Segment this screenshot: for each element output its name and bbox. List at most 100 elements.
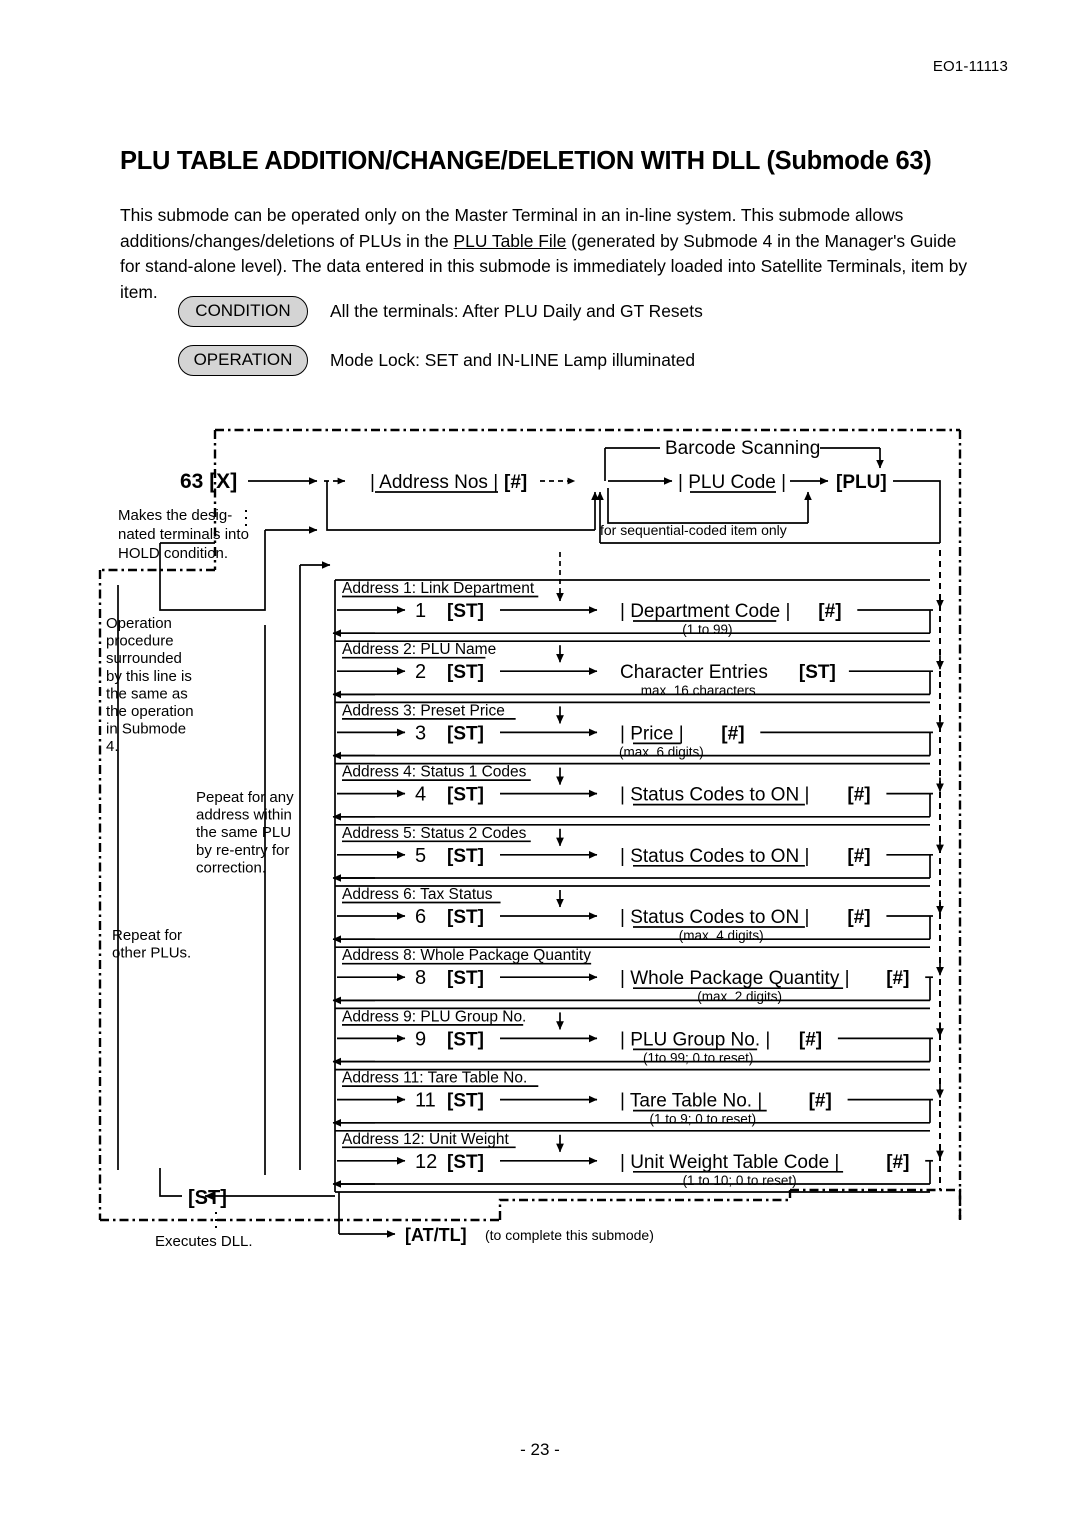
repeat-address-note-line: Pepeat for any [196, 789, 294, 806]
operation-flow-diagram: 63 [X] Makes the desig-nated terminals in… [0, 400, 1080, 1280]
repeat-address-note-line: by re-entry for [196, 842, 289, 859]
document-code: EO1-11113 [932, 58, 1008, 75]
row-caption: Address 9: PLU Group No. [342, 1008, 526, 1025]
repeat-address-note-line: address within [196, 807, 292, 824]
submode4-frame-bottom-step [498, 1190, 792, 1220]
row-caption: Address 12: Unit Weight [342, 1131, 510, 1148]
page-title: PLU TABLE ADDITION/CHANGE/DELETION WITH … [120, 147, 932, 176]
address-nos-key: [#] [504, 472, 527, 493]
row-entry-label: | Status Codes to ON | [620, 785, 809, 806]
row-entry-label: | Department Code | [620, 601, 790, 622]
row-entry-label: | PLU Group No. | [620, 1029, 770, 1050]
start-note-line-1: Makes the desig- [118, 507, 232, 524]
plu-key-label": [PLU] [836, 472, 887, 493]
operation-badge: OPERATION [178, 345, 308, 376]
document-page: EO1-11113 PLU TABLE ADDITION/CHANGE/DELE… [0, 0, 1080, 1528]
row-address-number: 8 [415, 967, 426, 989]
row-caption: Address 8: Whole Package Quantity [342, 947, 591, 964]
row-entry-note: (max. 6 digits) [619, 744, 704, 759]
submode4-note-line: by this line is [106, 668, 192, 685]
row-entry-key: [#] [809, 1091, 832, 1112]
row-address-number: 6 [415, 906, 426, 928]
row-caption: Address 11: Tare Table No. [342, 1070, 527, 1087]
condition-text: All the terminals: After PLU Daily and G… [330, 301, 703, 321]
row-entry-key: [#] [847, 785, 870, 806]
operation-row: OPERATION Mode Lock: SET and IN-LINE Lamp… [178, 345, 695, 376]
finish-note: Executes DLL. [155, 1233, 253, 1250]
sequential-loop [607, 488, 808, 524]
row-st-key: [ST] [447, 601, 484, 622]
st-finish-elbow [159, 1168, 182, 1197]
condition-row: CONDITION All the terminals: After PLU Da… [178, 296, 703, 327]
plu-code-label: | PLU Code | [678, 472, 786, 493]
row-entry-key: [#] [886, 1152, 909, 1173]
row-address-number: 5 [415, 845, 426, 867]
row-entry-note: (1 to 99) [682, 622, 732, 637]
submode4-frame-bottom-right [790, 1188, 962, 1220]
row-st-key: [ST] [447, 968, 484, 989]
row-entry-key: [ST] [799, 662, 836, 683]
row-caption: Address 3: Preset Price [342, 702, 505, 719]
row-entry-label: | Tare Table No. | [620, 1091, 762, 1112]
row-entry-note: (1 to 10; 0 to reset) [683, 1173, 797, 1188]
row-entry-key: [#] [847, 907, 870, 928]
start-note-line-3: HOLD condition. [118, 545, 228, 562]
row-entry-label: | Status Codes to ON | [620, 907, 809, 928]
row-address-number: 9 [415, 1028, 426, 1050]
submode4-note-line: the operation [106, 703, 194, 720]
row-entry-label: | Unit Weight Table Code | [620, 1152, 839, 1173]
condition-badge: CONDITION [178, 296, 308, 327]
address-nos-label: | Address Nos | [370, 472, 498, 493]
row-entry-note: (1 to 9; 0 to reset) [650, 1112, 757, 1127]
submode4-note-line: the same as [106, 685, 188, 702]
row-address-number: 12 [415, 1151, 437, 1173]
submode4-note-line: surrounded [106, 650, 182, 667]
row-st-key: [ST] [447, 846, 484, 867]
row-st-key: [ST] [447, 785, 484, 806]
intro-paragraph: This submode can be operated only on the… [120, 203, 970, 305]
row-entry-label: | Whole Package Quantity | [620, 968, 850, 989]
row-entry-note: (max. 2 digits) [697, 989, 782, 1004]
row-st-key: [ST] [447, 723, 484, 744]
repeat-address-note-line: the same PLU [196, 824, 291, 841]
submode4-note-line: Operation [106, 615, 172, 632]
repeat-plu-note-line: other PLUs. [112, 945, 191, 962]
attl-key-label: [AT/TL] [405, 1225, 467, 1245]
row-st-key: [ST] [447, 907, 484, 928]
submode4-note-line: procedure [106, 633, 174, 650]
plu-table-file-link: PLU Table File [453, 230, 567, 251]
row-st-key: [ST] [447, 1029, 484, 1050]
row-caption: Address 1: Link Department [342, 580, 535, 597]
row-entry-label: | Price | [620, 723, 684, 744]
operation-text: Mode Lock: SET and IN-LINE Lamp illumina… [330, 350, 696, 370]
row-entry-key: [#] [799, 1029, 822, 1050]
row-st-key: [ST] [447, 1152, 484, 1173]
row-address-number: 11 [415, 1090, 436, 1112]
start-key-label: 63 [X] [180, 470, 237, 493]
row-entry-label: Character Entries [620, 662, 768, 683]
page-footer: - 23 - [520, 1440, 560, 1459]
finish-st-key: [ST] [188, 1187, 227, 1209]
row-entry-note: (1to 99; 0 to reset) [643, 1050, 753, 1065]
row-entry-key: [#] [818, 601, 841, 622]
row-entry-key: [#] [886, 968, 909, 989]
row-entry-key: [#] [721, 723, 744, 744]
row-st-key: [ST] [447, 1091, 484, 1112]
row-entry-note: (max. 4 digits) [679, 928, 764, 943]
sequential-note: for sequential-coded item only [600, 522, 787, 538]
barcode-scanning-label: Barcode Scanning [665, 438, 820, 459]
plu-to-trunk [893, 480, 941, 543]
row-caption: Address 5: Status 2 Codes [342, 825, 527, 842]
repeat-plu-note-line: Repeat for [112, 927, 182, 944]
row-address-number: 2 [415, 661, 426, 683]
row-caption: Address 6: Tax Status [342, 886, 493, 903]
repeat-address-note-line: correction. [196, 859, 266, 876]
submode4-note-line: in Submode [106, 721, 186, 738]
submode4-note-line: 4. [106, 738, 119, 755]
start-note-line-2: nated terminals into [118, 526, 249, 543]
row-entry-note: max. 16 characters [641, 683, 756, 698]
row-st-key: [ST] [447, 662, 484, 683]
row-address-number: 4 [415, 784, 426, 806]
row-entry-key: [#] [847, 846, 870, 867]
row-address-number: 3 [415, 722, 426, 744]
